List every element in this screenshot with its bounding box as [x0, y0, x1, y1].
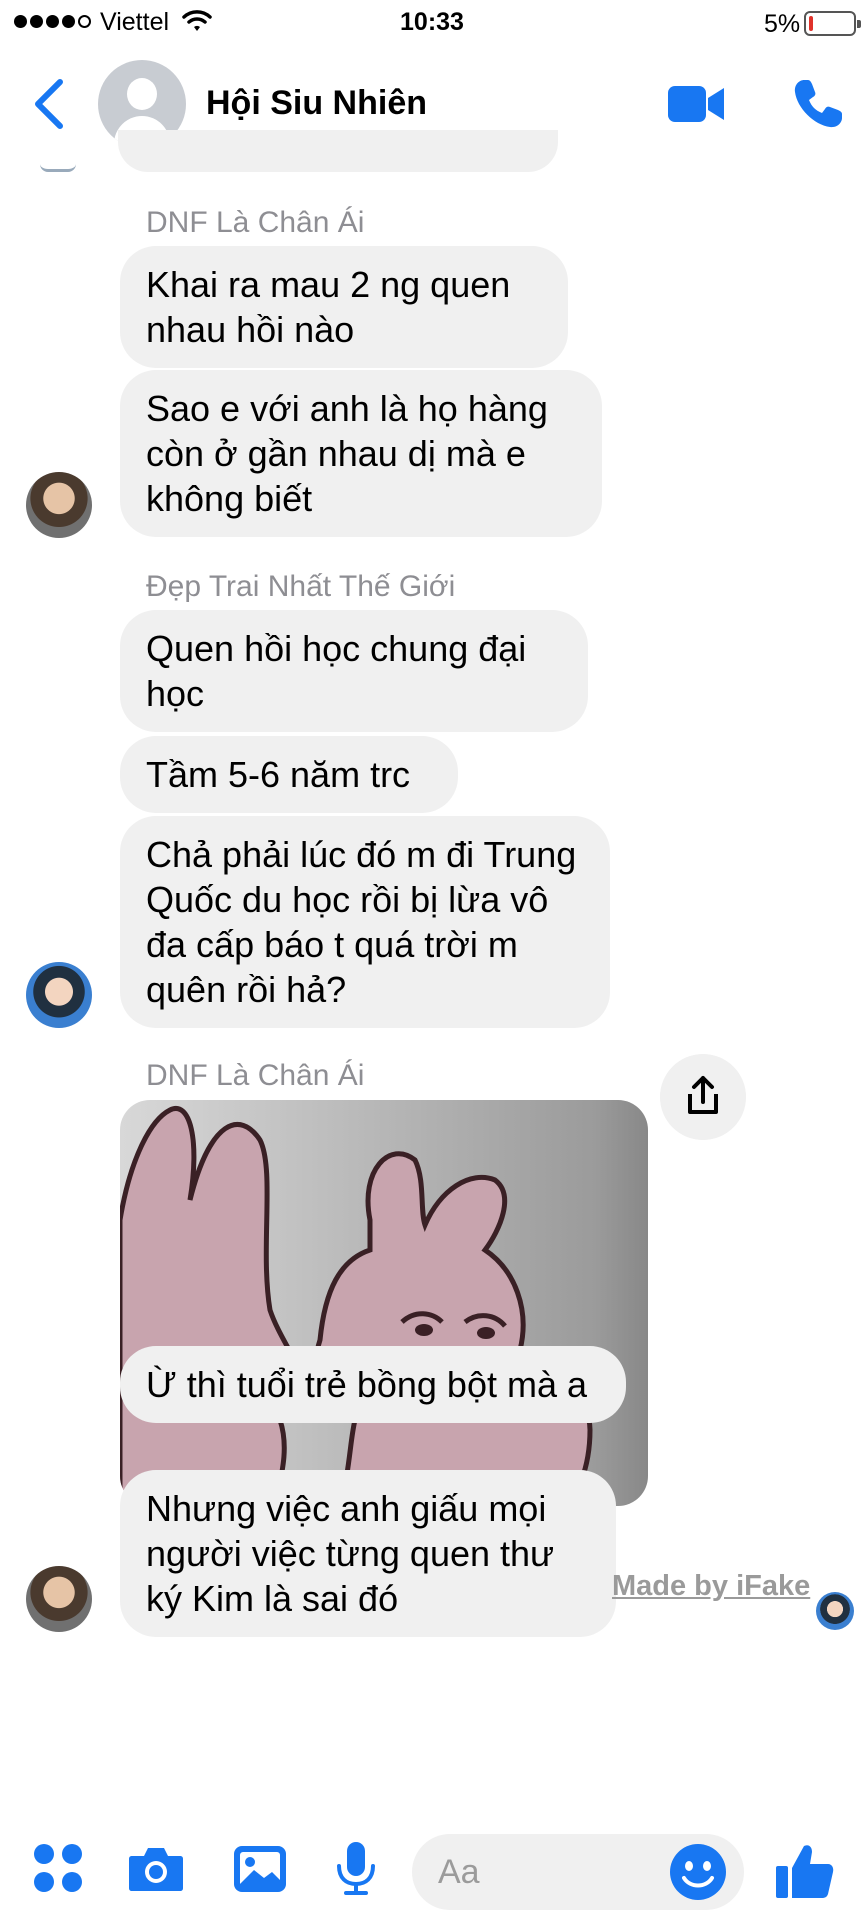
share-icon[interactable]: [660, 1054, 746, 1140]
status-bar: Viettel 10:33 5%: [0, 0, 864, 46]
message-composer[interactable]: [412, 1834, 744, 1910]
bunny-illustration: [120, 1106, 593, 1506]
partial-message-bubble: [118, 130, 558, 172]
battery-icon: [804, 11, 861, 36]
message-bubble[interactable]: Tầm 5-6 năm trc: [120, 736, 458, 813]
read-receipt-partial: [40, 164, 76, 172]
emoji-icon[interactable]: [666, 1840, 730, 1904]
message-bubble[interactable]: Chả phải lúc đó m đi Trung Quốc du học r…: [120, 816, 610, 1028]
message-bubble[interactable]: Nhưng việc anh giấu mọi người việc từng …: [120, 1470, 616, 1637]
sender-name: DNF Là Chân Ái: [146, 206, 365, 239]
seen-avatar: [816, 1592, 854, 1630]
sender-avatar[interactable]: [26, 1566, 92, 1632]
phone-icon[interactable]: [790, 76, 846, 132]
sender-name: DNF Là Chân Ái: [146, 1059, 365, 1092]
apps-icon[interactable]: [28, 1838, 88, 1898]
sender-avatar[interactable]: [26, 472, 92, 538]
battery-percentage: 5%: [764, 10, 801, 38]
video-call-icon[interactable]: [666, 80, 726, 128]
message-bubble[interactable]: Sao e với anh là họ hàng còn ở gần nhau …: [120, 370, 602, 537]
back-chevron-icon[interactable]: [28, 74, 72, 134]
message-input[interactable]: [438, 1848, 638, 1896]
camera-icon[interactable]: [126, 1838, 186, 1898]
sender-name: Đẹp Trai Nhất Thế Giới: [146, 570, 456, 603]
thumbs-up-icon[interactable]: [772, 1838, 836, 1902]
image-icon[interactable]: [230, 1838, 290, 1898]
clock: 10:33: [400, 8, 464, 36]
bunny-meme-image[interactable]: [120, 1100, 648, 1506]
watermark: Made by iFake: [612, 1570, 811, 1602]
message-bubble[interactable]: Khai ra mau 2 ng quen nhau hồi nào: [120, 246, 568, 368]
conversation-title[interactable]: Hội Siu Nhiên: [206, 84, 427, 123]
message-bubble[interactable]: Ừ thì tuổi trẻ bồng bột mà a: [120, 1346, 626, 1423]
message-bubble[interactable]: Quen hồi học chung đại học: [120, 610, 588, 732]
microphone-icon[interactable]: [326, 1838, 386, 1898]
sender-avatar[interactable]: [26, 962, 92, 1028]
composer-bar: [0, 1820, 864, 1920]
